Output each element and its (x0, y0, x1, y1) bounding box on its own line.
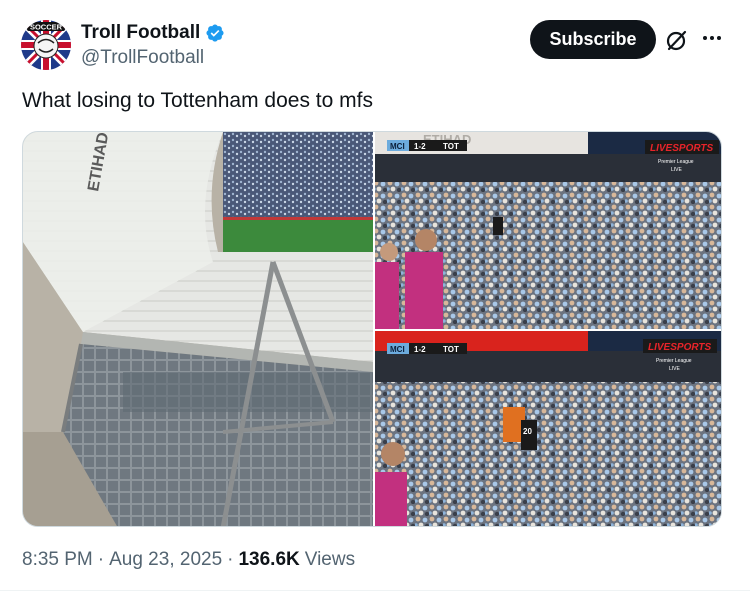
media-grid: ETIHAD STADIUM ETIHAD MCI 1-2 TOT (23, 132, 721, 526)
views-count[interactable]: 136.6K (238, 549, 299, 571)
broadcaster-logo: LIVESPORTS (648, 342, 711, 353)
tweet-date[interactable]: Aug 23, 2025 (109, 549, 222, 571)
more-options-icon[interactable] (700, 28, 724, 48)
avatar[interactable]: SOCCER (21, 20, 71, 70)
display-name[interactable]: Troll Football (81, 22, 200, 44)
meta-separator: · (97, 549, 105, 570)
live-label: LIVE (669, 366, 681, 372)
league-label: Premier League (658, 159, 694, 165)
stadium-aerial-image: ETIHAD STADIUM (23, 132, 373, 526)
divider (0, 590, 750, 591)
tweet-time[interactable]: 8:35 PM (22, 549, 93, 571)
more-dot (710, 36, 714, 40)
league-label: Premier League (656, 358, 692, 364)
shirt-number: 20 (523, 427, 532, 436)
avatar-image: SOCCER (21, 20, 71, 70)
tweet-meta: 8:35 PM · Aug 23, 2025 · 136.6K Views (22, 549, 355, 571)
scoreboard-away: TOT (443, 142, 459, 151)
author-handle[interactable]: @TrollFootball (81, 47, 204, 69)
scoreboard-score: 1-2 (414, 142, 426, 151)
tweet-media[interactable]: ETIHAD STADIUM ETIHAD MCI 1-2 TOT (22, 131, 722, 527)
scoreboard-home: MCI (390, 345, 405, 354)
subscribe-button[interactable]: Subscribe (530, 20, 656, 59)
views-label: Views (304, 549, 356, 570)
live-label: LIVE (671, 167, 683, 173)
broadcast-frame-top: ETIHAD MCI 1-2 TOT LIVESPORTS Premier Le… (375, 132, 721, 329)
tweet-text: What losing to Tottenham does to mfs (22, 89, 373, 112)
grok-icon[interactable] (664, 27, 690, 53)
broadcaster-logo: LIVESPORTS (650, 143, 713, 154)
broadcast-frame-bottom: MCI 1-2 TOT LIVESPORTS Premier League LI… (375, 331, 721, 526)
verified-badge-icon (206, 24, 224, 42)
more-dot (717, 36, 721, 40)
avatar-text: SOCCER (30, 23, 63, 32)
scoreboard-home: MCI (390, 142, 405, 151)
more-dot (703, 36, 707, 40)
scoreboard-away: TOT (443, 345, 459, 354)
meta-separator: · (227, 549, 234, 570)
author-name-row: Troll Football (81, 22, 225, 44)
tweet-card: SOCCER Troll Football @TrollFootball Sub… (0, 0, 750, 597)
scoreboard-score: 1-2 (414, 345, 426, 354)
